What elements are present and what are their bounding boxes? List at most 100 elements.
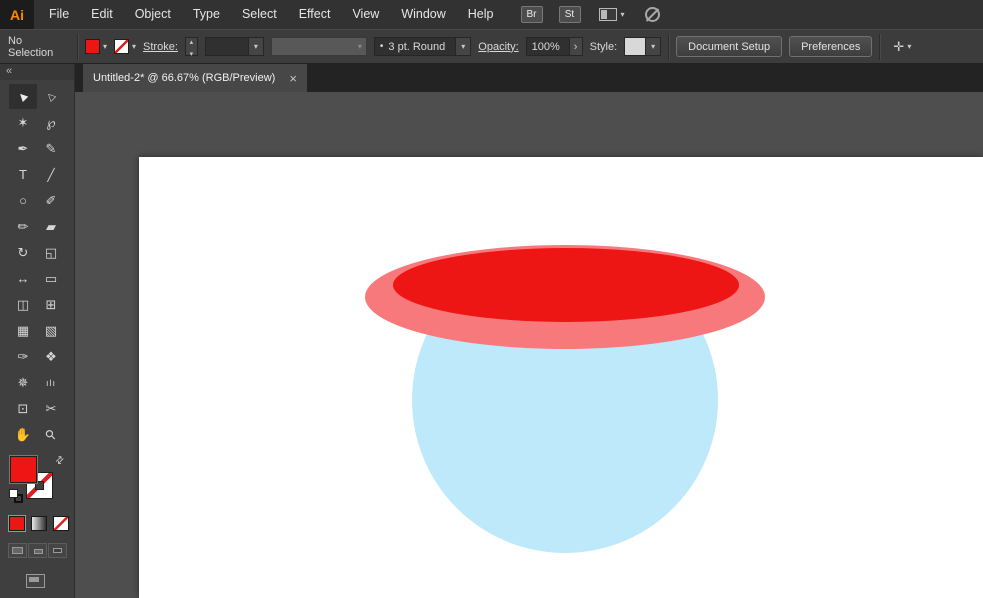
tool-slice-tool[interactable]: ✂ — [37, 396, 65, 421]
menu-view[interactable]: View — [341, 0, 390, 29]
tool-paintbrush-tool[interactable]: ✐ — [37, 188, 65, 213]
symbol-sprayer-tool-icon: ✵ — [17, 374, 29, 390]
menu-bar: Ai File Edit Object Type Select Effect View Win… — [0, 0, 983, 29]
tool-free-transform-tool[interactable]: ▭ — [37, 266, 65, 291]
change-screen-mode-button[interactable] — [26, 574, 45, 588]
divider — [668, 33, 670, 60]
fill-indicator-swatch[interactable] — [10, 456, 37, 483]
stroke-weight-select[interactable] — [204, 37, 264, 56]
tool-pen-tool[interactable]: ✒ — [9, 136, 37, 161]
stroke-color-control[interactable] — [114, 39, 136, 54]
tool-mesh-tool[interactable]: ▦ — [9, 318, 37, 343]
pencil-tool-icon: ✏ — [17, 218, 29, 234]
rotate-tool-icon: ↻ — [17, 244, 29, 260]
free-transform-tool-icon: ▭ — [44, 270, 58, 286]
document-tab[interactable]: Untitled-2* @ 66.67% (RGB/Preview) × — [83, 64, 307, 92]
menu-type[interactable]: Type — [182, 0, 231, 29]
fill-swatch[interactable] — [85, 39, 100, 54]
opacity-presets-button[interactable]: › — [569, 37, 583, 56]
menu-select[interactable]: Select — [231, 0, 288, 29]
none-button[interactable] — [53, 516, 69, 531]
tool-pencil-tool[interactable]: ✏ — [9, 214, 37, 239]
tool-artboard-tool[interactable]: ⊡ — [9, 396, 37, 421]
fill-color-control[interactable] — [85, 39, 107, 54]
tool-scale-tool[interactable]: ◱ — [37, 240, 65, 265]
tool-rotate-tool[interactable]: ↻ — [9, 240, 37, 265]
tool-zoom-tool[interactable]: ⚲ — [37, 422, 65, 447]
close-tab-icon[interactable]: × — [289, 72, 297, 85]
chevron-down-icon[interactable] — [621, 11, 625, 19]
canvas[interactable] — [75, 92, 983, 598]
chevron-down-icon — [358, 43, 362, 51]
tool-eraser-tool[interactable]: ▰ — [37, 214, 65, 239]
tool-magic-wand-tool[interactable]: ✶ — [9, 110, 37, 135]
menu-help[interactable]: Help — [457, 0, 505, 29]
graphic-style-dropdown[interactable] — [645, 38, 661, 55]
menu-effect[interactable]: Effect — [288, 0, 342, 29]
chevron-down-icon[interactable] — [103, 43, 107, 51]
menu-edit[interactable]: Edit — [80, 0, 124, 29]
tool-width-tool[interactable]: ↔ — [9, 266, 37, 291]
tool-lasso-tool[interactable]: ℘ — [37, 110, 65, 135]
default-fill-stroke-icon[interactable] — [9, 489, 23, 503]
artboard-tool-icon: ⊡ — [17, 400, 29, 416]
tool-line-segment-tool[interactable]: ╱ — [37, 162, 65, 187]
brush-definition-select[interactable]: • 3 pt. Round — [373, 37, 472, 56]
opacity-field[interactable]: 100% — [525, 37, 570, 56]
draw-normal-mode-button[interactable] — [8, 543, 27, 558]
tool-perspective-grid-tool[interactable]: ⊞ — [37, 292, 65, 317]
preferences-button[interactable]: Preferences — [789, 36, 873, 57]
menu-file[interactable]: File — [38, 0, 80, 29]
step-up-icon[interactable] — [190, 35, 194, 47]
tool-eyedropper-tool[interactable]: ✑ — [9, 344, 37, 369]
pen-tool-icon: ✒ — [17, 140, 29, 156]
direct-selection-tool-icon: ▷ — [44, 89, 58, 104]
tool-shape-builder-tool[interactable]: ◫ — [9, 292, 37, 317]
stroke-weight-stepper[interactable] — [184, 35, 198, 59]
zoom-tool-icon: ⚲ — [41, 425, 60, 443]
menu-object[interactable]: Object — [124, 0, 182, 29]
tool-symbol-sprayer-tool[interactable]: ✵ — [9, 370, 37, 395]
divider — [77, 33, 78, 60]
stroke-panel-link[interactable]: Stroke: — [143, 41, 178, 53]
pointer-options-control[interactable]: ✛ — [893, 39, 911, 55]
tools-grid: ▶ ▷ ✶ ℘ ✒ ✎ T ╱ ○ ✐ ✏ ▰ ↻ ◱ ↔ ▭ ◫ ⊞ ▦ ▧ ✑ ❖ ✵ ılı ⊡ ✂ ✋ ⚲ — [0, 84, 74, 447]
chevron-down-icon[interactable] — [132, 43, 136, 51]
brush-definition-dropdown[interactable] — [455, 38, 471, 55]
gradient-button[interactable] — [31, 516, 47, 531]
color-button[interactable] — [9, 516, 25, 531]
swap-fill-stroke-icon[interactable] — [53, 454, 67, 468]
document-setup-button[interactable]: Document Setup — [676, 36, 783, 57]
tool-curvature-tool[interactable]: ✎ — [37, 136, 65, 161]
opacity-panel-link[interactable]: Opacity: — [478, 41, 518, 53]
red-ellipse-shape[interactable] — [393, 248, 739, 322]
draw-behind-mode-button[interactable] — [28, 543, 47, 558]
draw-inside-mode-button[interactable] — [48, 543, 67, 558]
tool-direct-selection-tool[interactable]: ▷ — [37, 84, 65, 109]
bridge-button[interactable]: Br — [520, 6, 543, 23]
stroke-weight-dropdown[interactable] — [247, 38, 263, 55]
arrange-documents-control[interactable] — [598, 8, 625, 21]
drawing-mode-buttons — [8, 543, 74, 558]
line-segment-tool-icon: ╱ — [47, 167, 55, 182]
sync-status-icon[interactable] — [644, 7, 660, 22]
tools-panel-collapse[interactable]: « — [0, 64, 74, 80]
stock-button[interactable]: St — [558, 6, 581, 23]
tool-ellipse-tool[interactable]: ○ — [9, 188, 37, 213]
step-down-icon[interactable] — [190, 47, 194, 59]
stroke-swatch[interactable] — [114, 39, 130, 54]
graphic-style-select[interactable] — [624, 37, 662, 56]
tool-column-graph-tool[interactable]: ılı — [37, 370, 65, 395]
none-slash-icon — [115, 40, 129, 53]
style-label: Style: — [589, 40, 618, 53]
tool-blend-tool[interactable]: ❖ — [37, 344, 65, 369]
menu-window[interactable]: Window — [390, 0, 456, 29]
perspective-grid-tool-icon: ⊞ — [45, 296, 57, 312]
tool-selection-tool[interactable]: ▶ — [9, 84, 37, 109]
gradient-tool-icon: ▧ — [44, 322, 58, 338]
tool-type-tool[interactable]: T — [9, 162, 37, 187]
chevron-down-icon[interactable] — [907, 43, 911, 51]
tool-gradient-tool[interactable]: ▧ — [37, 318, 65, 343]
tool-hand-tool[interactable]: ✋ — [9, 422, 37, 447]
document-tab-bar: Untitled-2* @ 66.67% (RGB/Preview) × — [75, 64, 983, 92]
